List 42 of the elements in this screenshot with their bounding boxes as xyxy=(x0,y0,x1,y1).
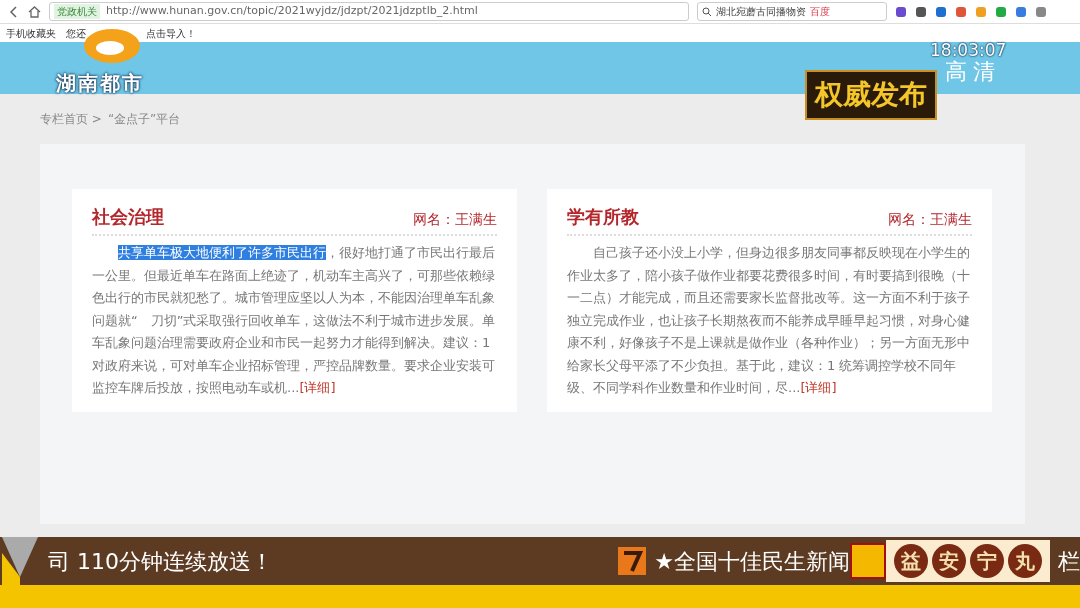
sponsor-character: 益 xyxy=(894,544,928,578)
ticker-tail: 栏 xyxy=(1058,547,1080,576)
toolbar-icon[interactable] xyxy=(1015,5,1027,18)
bookmark-hint: 您还 xyxy=(66,26,86,41)
sponsor-character: 安 xyxy=(932,544,966,578)
author-name: 网名：王满生 xyxy=(888,210,972,229)
bookmark-folder[interactable]: 手机收藏夹 xyxy=(6,25,56,41)
toolbar-icon[interactable] xyxy=(915,5,927,18)
breadcrumb-link[interactable]: “金点子”平台 xyxy=(107,110,181,128)
card-title: 学有所教 xyxy=(567,205,639,229)
breadcrumb-link[interactable]: 专栏首页 > xyxy=(40,110,102,128)
square-icon xyxy=(850,543,886,579)
search-field[interactable]: 湖北宛蘑古同播物资 百度 xyxy=(697,2,887,21)
card-paragraph: 自己孩子还小没上小学，但身边很多朋友同事都反映现在小学生的作业太多了，陪小孩子做作业都要花费很多时间，有时要搞到很晚（十一二点）才能完成，而且还需要家长监督批改等。这一方面不利于孩子独立完成作业，也让孩子长期熬夜而不能养成早睡早起习惯，对身心健康不利，好像孩子不是上课就是做作业（各种作业）；另一方面无形中给家长父母平添了不少负担。基于此，建议：1 统筹调控学校不同年级、不同学科作业数量和作业时间，尽...[详细] xyxy=(567,244,971,397)
sponsor-character: 宁 xyxy=(970,544,1004,578)
card-title: 社会治理 xyxy=(92,205,164,229)
toolbar-icon[interactable] xyxy=(895,5,907,18)
details-link[interactable]: [详细] xyxy=(299,380,336,395)
search-text: 湖北宛蘑古同播物资 xyxy=(716,5,806,19)
quality-label: 高清 xyxy=(945,58,1001,86)
triangle-icon xyxy=(0,537,40,585)
card-paragraph: 共享单车极大地便利了许多市民出行，很好地打通了市民出行最后一公里。但最近单车在路面上绝迹了，机动车主高兴了，可那些依赖绿色出行的市民就犯愁了。城市管理应坚以人为本，不能因治理单车乱象问题就“ 刀切”式采取强行回收单车，这做法不利于城市进步发展。单车乱象问题治理需要政府企业和市民一起努力才能得到解决。建议：1 对政府来说，可对单车企业招标管理，严控品牌数量。要求企业安装可监控车牌后投放，按照电动车或机...[详细] xyxy=(92,244,497,397)
program-badge: 权威发布 xyxy=(805,70,937,120)
site-tag: 党政机关 xyxy=(54,4,100,19)
toolbar-icon[interactable] xyxy=(935,5,947,18)
back-icon[interactable] xyxy=(8,5,20,18)
home-icon[interactable] xyxy=(28,5,41,18)
channel-name: 湖南都市 xyxy=(56,70,144,97)
ticker-headline: ★全国十佳民生新闻 xyxy=(654,547,850,576)
search-engine-label: 百度 xyxy=(810,5,830,19)
details-link[interactable]: [详细] xyxy=(800,380,837,395)
address-bar[interactable]: 党政机关 http://www.hunan.gov.cn/topic/2021wyjdz/jdzpt/2021jdzptlb_2.html xyxy=(49,2,689,21)
bookmark-hint: 点击导入！ xyxy=(146,26,196,41)
toolbar-icon[interactable] xyxy=(1035,5,1047,18)
sponsor-character: 丸 xyxy=(1008,544,1042,578)
ticker-text: 司 110分钟连续放送！ xyxy=(48,547,273,576)
channel-icon xyxy=(618,547,647,575)
author-name: 网名：王满生 xyxy=(413,210,497,229)
broadcast-clock: 18:03:07 xyxy=(930,42,1007,59)
toolbar-icon[interactable] xyxy=(955,5,967,18)
url-text: http://www.hunan.gov.cn/topic/2021wyjdz/jdzpt/2021jdzptlb_2.html xyxy=(106,3,478,20)
search-icon xyxy=(702,6,712,17)
